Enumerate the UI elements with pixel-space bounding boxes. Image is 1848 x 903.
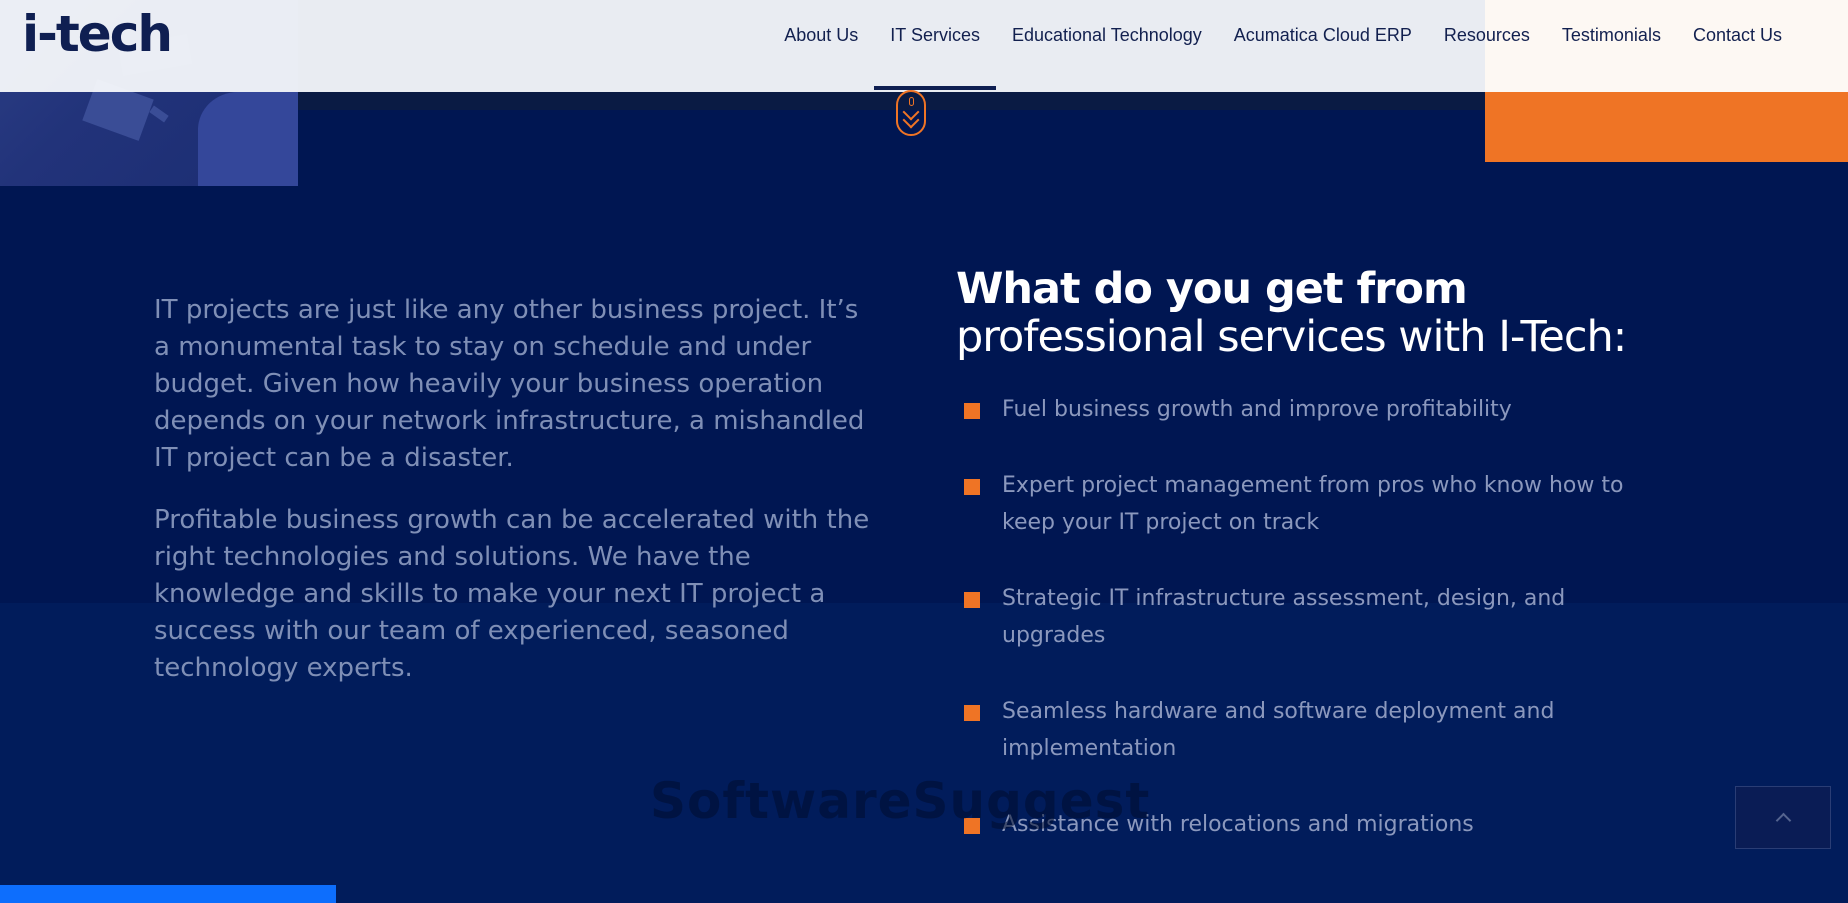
benefits-heading: What do you get from professional servic… [956,265,1716,361]
nav-item-educational-technology[interactable]: Educational Technology [996,0,1218,72]
nav-item-resources[interactable]: Resources [1428,0,1546,72]
header-shadow-strip [298,92,1485,110]
main-nav: About Us IT Services Educational Technol… [768,0,1848,92]
mouse-scroll-icon[interactable] [896,90,926,136]
list-item: Strategic IT infrastructure assessment, … [964,580,1684,654]
intro-text: IT projects are just like any other busi… [154,292,874,712]
list-item: Fuel business growth and improve profita… [964,391,1684,428]
intro-paragraph: Profitable business growth can be accele… [154,505,870,683]
logo[interactable]: i-tech [22,6,173,62]
bullet-square-icon [964,592,980,608]
bullet-square-icon [964,479,980,495]
bullet-square-icon [964,403,980,419]
nav-item-it-services[interactable]: IT Services [874,0,996,90]
orange-accent-block [1485,92,1848,162]
nav-item-acumatica-cloud-erp[interactable]: Acumatica Cloud ERP [1218,0,1428,72]
bullet-square-icon [964,705,980,721]
chevron-up-icon [1775,812,1792,829]
nav-item-testimonials[interactable]: Testimonials [1546,0,1677,72]
benefits-heading-light: professional services with I-Tech: [956,312,1627,362]
watermark: SoftwareSuggest [650,772,1151,830]
back-to-top-button[interactable] [1735,786,1831,849]
nav-item-about-us[interactable]: About Us [768,0,874,72]
benefits-heading-bold: What do you get from [956,264,1468,314]
site-header: i-tech About Us IT Services Educational … [0,0,1848,92]
nav-item-contact-us[interactable]: Contact Us [1677,0,1848,72]
list-item: Seamless hardware and software deploymen… [964,693,1684,767]
list-item: Expert project management from pros who … [964,467,1684,541]
intro-paragraph: IT projects are just like any other busi… [154,295,865,473]
blue-accent-bar [0,885,336,903]
